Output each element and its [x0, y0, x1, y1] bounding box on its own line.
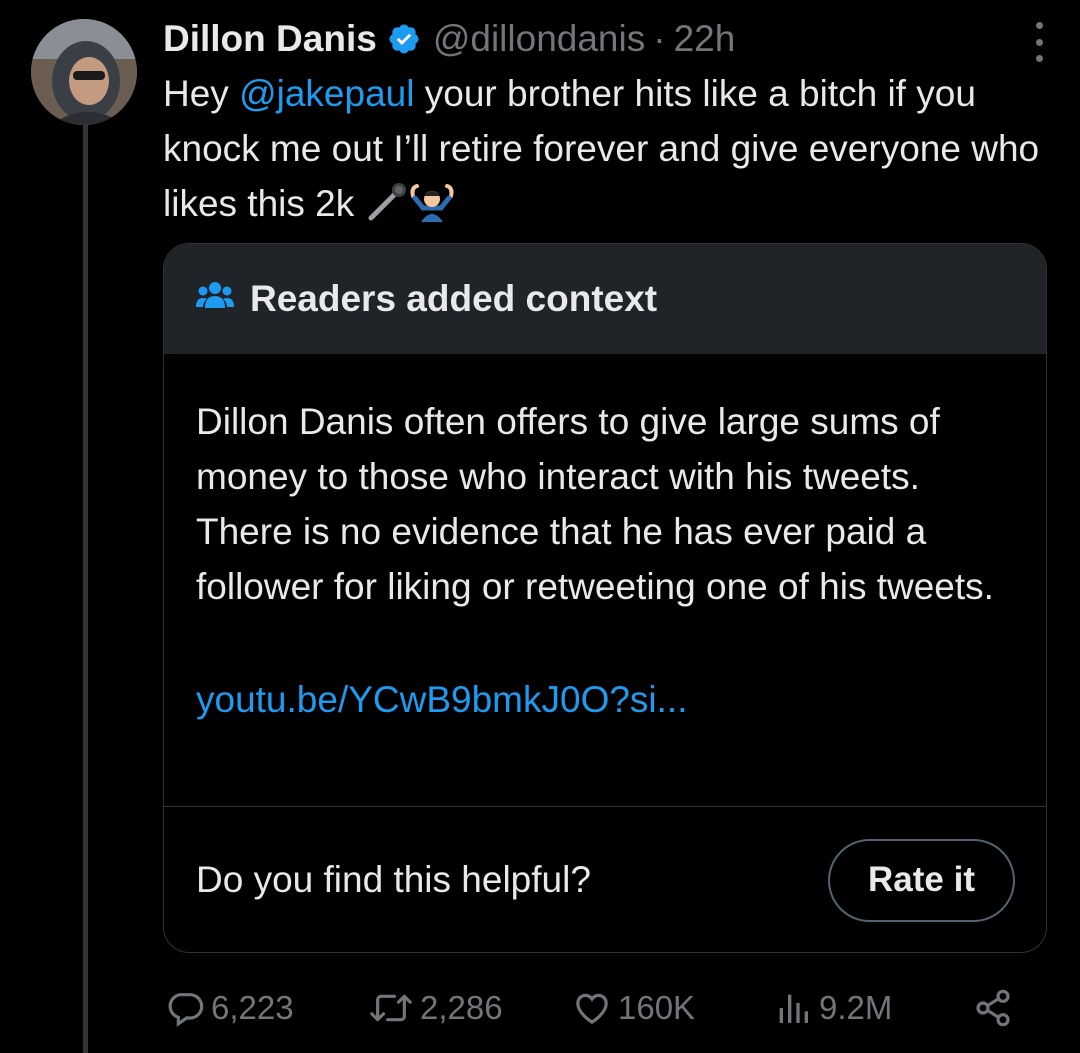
author-handle[interactable]: @dillondanis [433, 18, 645, 60]
note-text: Dillon Danis often offers to give large … [196, 401, 994, 607]
tweet-header: Dillon Danis @dillondanis · 22h [163, 14, 1060, 64]
tweet-text: Hey @jakepaul your brother hits like a b… [163, 66, 1043, 237]
microphone-emoji-icon [365, 182, 409, 237]
like-action[interactable]: 160K [570, 983, 695, 1033]
thread-line [83, 125, 88, 1053]
helpful-question: Do you find this helpful? [196, 859, 591, 900]
share-action[interactable] [971, 983, 1019, 1033]
tweet-actions: 6,223 2,286 160K 9.2M [163, 983, 1023, 1033]
reply-count: 6,223 [211, 989, 294, 1026]
author-name[interactable]: Dillon Danis [163, 18, 377, 60]
views-icon [779, 994, 808, 1023]
note-body: Dillon Danis often offers to give large … [164, 354, 1046, 806]
people-icon [196, 280, 250, 319]
like-count: 160K [618, 989, 696, 1026]
repost-icon [370, 994, 412, 1022]
views-count: 9.2M [819, 989, 893, 1026]
share-icon [976, 989, 1010, 1027]
note-source-link[interactable]: youtu.be/YCwB9bmkJ0O?si... [196, 672, 1014, 727]
shrug-emoji-icon [409, 182, 455, 237]
note-header: Readers added context [164, 244, 1046, 354]
views-action[interactable]: 9.2M [771, 983, 892, 1033]
more-vertical-icon[interactable] [1034, 22, 1044, 62]
avatar[interactable] [31, 19, 137, 125]
mention-link[interactable]: @jakepaul [239, 73, 414, 114]
verified-badge-icon [387, 22, 421, 56]
timestamp[interactable]: 22h [674, 18, 736, 60]
tweet-text-before: Hey [163, 73, 240, 114]
note-footer: Do you find this helpful? Rate it [164, 807, 1046, 952]
note-title: Readers added context [250, 278, 658, 319]
reply-action[interactable]: 6,223 [163, 983, 294, 1033]
heart-icon [576, 993, 608, 1025]
community-note: Readers added context Dillon Danis often… [163, 243, 1047, 953]
separator-dot: · [653, 18, 666, 59]
rate-it-button[interactable]: Rate it [828, 838, 1015, 922]
reply-icon [168, 993, 204, 1027]
repost-count: 2,286 [420, 989, 503, 1026]
repost-action[interactable]: 2,286 [366, 983, 503, 1033]
